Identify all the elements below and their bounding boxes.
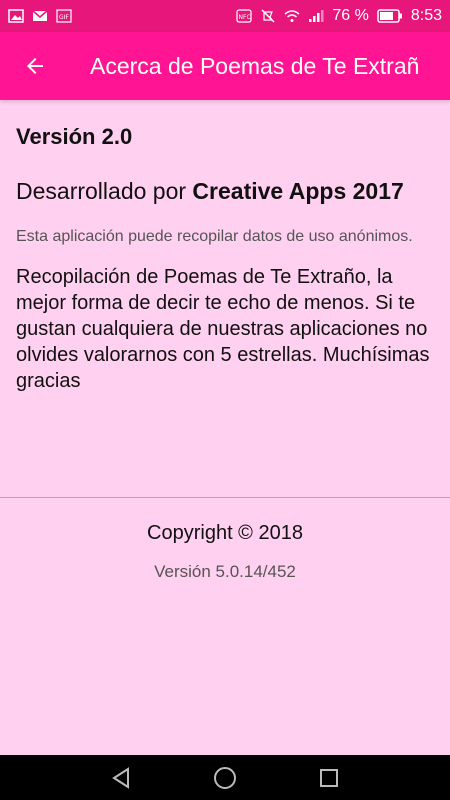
mute-icon [261, 9, 275, 23]
mail-icon [32, 10, 48, 21]
build-version: Versión 5.0.14/452 [154, 562, 296, 581]
home-circle-icon [214, 766, 236, 789]
recents-square-icon [320, 768, 338, 787]
version-title: Versión 2.0 [16, 124, 133, 149]
app-bar: Acerca de Poemas de Te Extrañ [0, 32, 450, 100]
divider [0, 497, 450, 498]
image-icon [8, 9, 24, 23]
nav-recents-button[interactable] [317, 766, 341, 790]
svg-text:GIF: GIF [59, 14, 69, 21]
wifi-icon [284, 10, 300, 22]
nav-home-button[interactable] [213, 766, 237, 790]
gif-icon: GIF [56, 9, 72, 23]
system-nav-bar [0, 755, 450, 800]
status-left-icons: GIF [8, 9, 72, 23]
clock: 8:53 [410, 7, 442, 24]
nav-back-button[interactable] [109, 766, 133, 790]
page-title: Acerca de Poemas de Te Extrañ [90, 52, 420, 79]
svg-text:NFC: NFC [239, 14, 251, 21]
about-content: Versión 2.0 Desarrollado por Creative Ap… [0, 100, 450, 394]
arrow-back-icon [27, 58, 43, 74]
battery-icon [377, 9, 402, 23]
status-right-icons: NFC 76 % 8:53 [236, 7, 442, 25]
back-button[interactable] [0, 32, 70, 100]
back-triangle-icon [112, 766, 129, 789]
app-description: Recopilación de Poemas de Te Extraño, la… [16, 266, 430, 392]
developer-name: Creative Apps 2017 [192, 178, 404, 204]
status-bar: GIF NFC 76 % 8:53 [0, 0, 450, 32]
developer-prefix: Desarrollado por [16, 178, 193, 204]
signal-icon [309, 10, 324, 22]
nfc-icon: NFC [236, 9, 252, 23]
developer-line: Desarrollado por Creative Apps 2017 [16, 176, 434, 206]
battery-percent: 76 % [332, 7, 369, 24]
copyright-text: Copyright © 2018 [147, 522, 303, 544]
privacy-note: Esta aplicación puede recopilar datos de… [16, 228, 413, 245]
